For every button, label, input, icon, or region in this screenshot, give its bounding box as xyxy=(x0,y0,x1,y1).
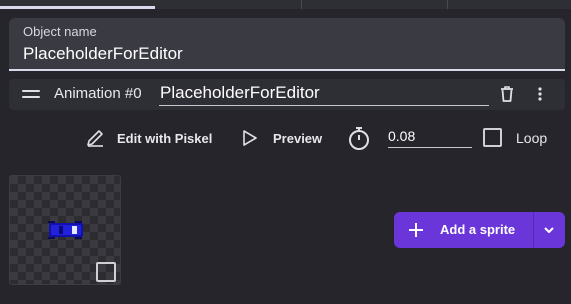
animation-header: Animation #0 PlaceholderForEditor xyxy=(9,79,565,110)
add-sprite-label: Add a sprite xyxy=(440,222,516,237)
loop-checkbox[interactable] xyxy=(483,128,502,147)
sprite-thumbnail[interactable] xyxy=(9,175,121,285)
preview-button[interactable]: Preview xyxy=(241,124,322,152)
add-sprite-button[interactable]: Add a sprite xyxy=(394,212,533,248)
tab-divider xyxy=(301,0,302,9)
object-name-input[interactable]: PlaceholderForEditor xyxy=(23,44,183,64)
tab-divider xyxy=(447,0,448,9)
edit-with-piskel-label: Edit with Piskel xyxy=(117,130,213,146)
object-name-field[interactable]: Object name PlaceholderForEditor xyxy=(9,18,565,71)
object-name-label: Object name xyxy=(23,24,97,39)
pencil-icon xyxy=(87,130,103,147)
edit-with-piskel-button[interactable]: Edit with Piskel xyxy=(84,124,212,152)
more-vertical-icon[interactable] xyxy=(531,84,549,104)
drag-handle-icon[interactable] xyxy=(22,90,40,100)
add-sprite-dropdown-button[interactable] xyxy=(534,212,565,248)
sprite-image xyxy=(48,221,83,239)
timer-icon xyxy=(347,124,371,152)
add-sprite-split-button: Add a sprite xyxy=(394,212,565,248)
plus-icon xyxy=(409,223,423,237)
animation-label: Animation #0 xyxy=(54,85,142,102)
tab-bar xyxy=(0,0,571,9)
loop-label: Loop xyxy=(516,130,548,146)
play-icon xyxy=(243,130,257,146)
active-tab-indicator xyxy=(0,6,155,9)
trash-icon[interactable] xyxy=(497,84,517,104)
chevron-down-icon xyxy=(544,227,554,233)
frame-duration-input[interactable]: 0.08 xyxy=(388,126,472,148)
preview-label: Preview xyxy=(273,130,323,146)
animation-name-input[interactable]: PlaceholderForEditor xyxy=(159,81,489,106)
sprite-select-checkbox[interactable] xyxy=(96,262,116,282)
